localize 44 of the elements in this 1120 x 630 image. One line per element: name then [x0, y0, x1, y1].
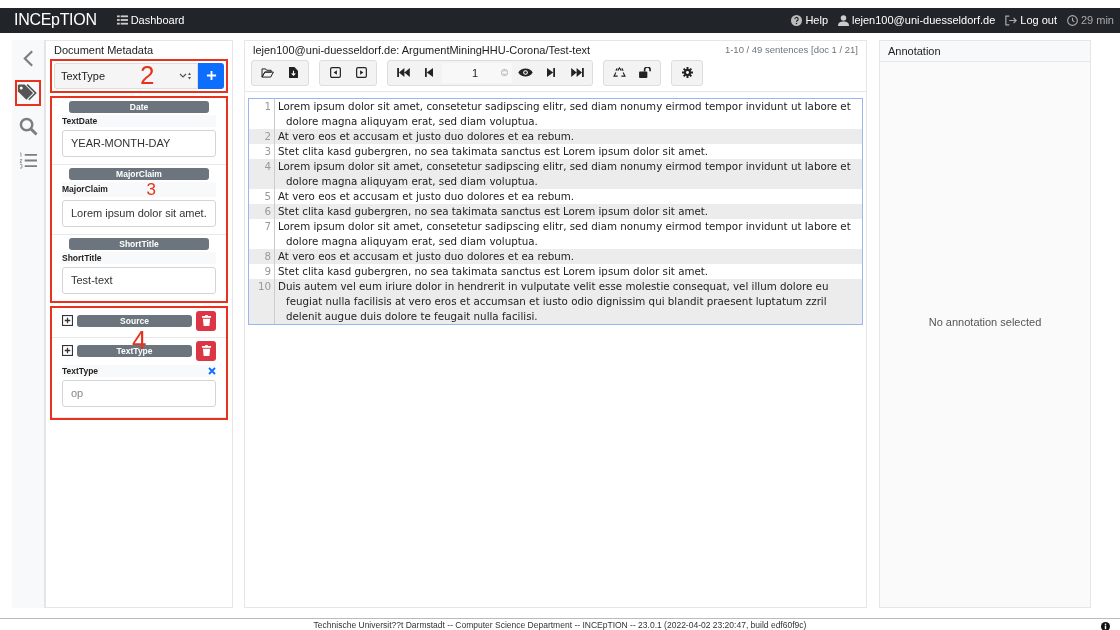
sentence-text: Lorem ipsum dolor sit amet, consetetur sadipscing elitr, sed diam nonumy eirmod tempor invidunt ut labore et dolore magna aliquyam erat, sed diam voluptua.: [278, 158, 852, 189]
line-number: 1: [249, 98, 275, 129]
brand-logo[interactable]: INCEpTION: [14, 11, 97, 30]
sentence-text: Stet clita kasd gubergren, no sea takimata sanctus est Lorem ipsum dolor sit amet.: [278, 263, 709, 279]
sentence-text: Stet clita kasd gubergren, no sea takimata sanctus est Lorem ipsum dolor sit amet.: [278, 143, 709, 159]
sentence-text: At vero eos et accusam et justo duo dolores et ea rebum.: [278, 188, 575, 204]
document-title: lejen100@uni-duesseldorf.de: ArgumentMiningHHU-Corona/Test-text: [253, 43, 591, 56]
line-number: 9: [249, 263, 275, 279]
line-number: 7: [249, 218, 275, 249]
input-field[interactable]: op: [62, 379, 216, 407]
sentence-range: 1-10 / 49 sentences [doc 1 / 21]: [724, 43, 858, 56]
sentence-text: Lorem ipsum dolor sit amet, consetetur sadipscing elitr, sed diam nonumy eirmod tempor invidunt ut labore et dolore magna aliquyam erat, sed diam voluptua.: [278, 98, 852, 129]
feature-header: MajorClaim: [69, 167, 209, 180]
sentence-text: Lorem ipsum dolor sit amet, consetetur sadipscing elitr, sed diam nonumy eirmod tempor invidunt ut labore et dolore magna aliquyam erat, sed diam voluptua.: [278, 218, 852, 249]
callout-number: 3: [146, 181, 156, 197]
feature-header: Source: [77, 314, 192, 327]
logout-link[interactable]: Log out: [1020, 14, 1057, 27]
line-number: 4: [249, 158, 275, 189]
feature-label: ShortTitle: [62, 251, 102, 264]
sentence-text: Stet clita kasd gubergren, no sea takimata sanctus est Lorem ipsum dolor sit amet.: [278, 203, 709, 219]
sentence-text: At vero eos et accusam et justo duo dolores et ea rebum.: [278, 128, 575, 144]
feature-header: Date: [69, 100, 209, 113]
line-number: 8: [249, 248, 275, 264]
line-number: 5: [249, 188, 275, 204]
help-link[interactable]: Help: [805, 14, 828, 27]
line-number: 2: [249, 128, 275, 144]
input-field[interactable]: YEAR-MONTH-DAY: [62, 129, 216, 157]
feature-label: MajorClaim: [62, 183, 108, 196]
input-field[interactable]: Test-text: [62, 266, 216, 294]
dashboard-link[interactable]: Dashboard: [130, 14, 185, 27]
feature-header: ShortTitle: [69, 237, 209, 250]
sentence-text: At vero eos et accusam et justo duo dolores et ea rebum.: [278, 248, 575, 264]
callout-number: 2: [140, 61, 155, 88]
line-number: 3: [249, 143, 275, 159]
session-timer: 29 min: [1080, 14, 1114, 27]
empty-message: No annotation selected: [928, 316, 1042, 329]
user-name[interactable]: lejen100@uni-duesseldorf.de: [852, 14, 996, 27]
panel-title: Document Metadata: [53, 42, 155, 58]
input-field[interactable]: Lorem ipsum dolor sit amet.: [62, 199, 216, 227]
line-number: 6: [249, 203, 275, 219]
sentence-text: Duis autem vel eum iriure dolor in hendrerit in vulputate velit esse molestie consequat, vel illum dolore eu feugiat nulla facilisis at vero eros et accumsan et iusto odio dignissim qui blandit praesent luptatum zzril delenit augue duis dolore te feugait nulla facilisi.: [278, 278, 830, 324]
footer-text: Technische Universit??t Darmstadt -- Computer Science Department -- INCEpTION -- 23.0.1 (2022-04-02 23:20:47, build edf60f9c): [313, 620, 807, 630]
line-number: 10: [249, 278, 275, 324]
page-number-field[interactable]: 1: [442, 62, 512, 83]
